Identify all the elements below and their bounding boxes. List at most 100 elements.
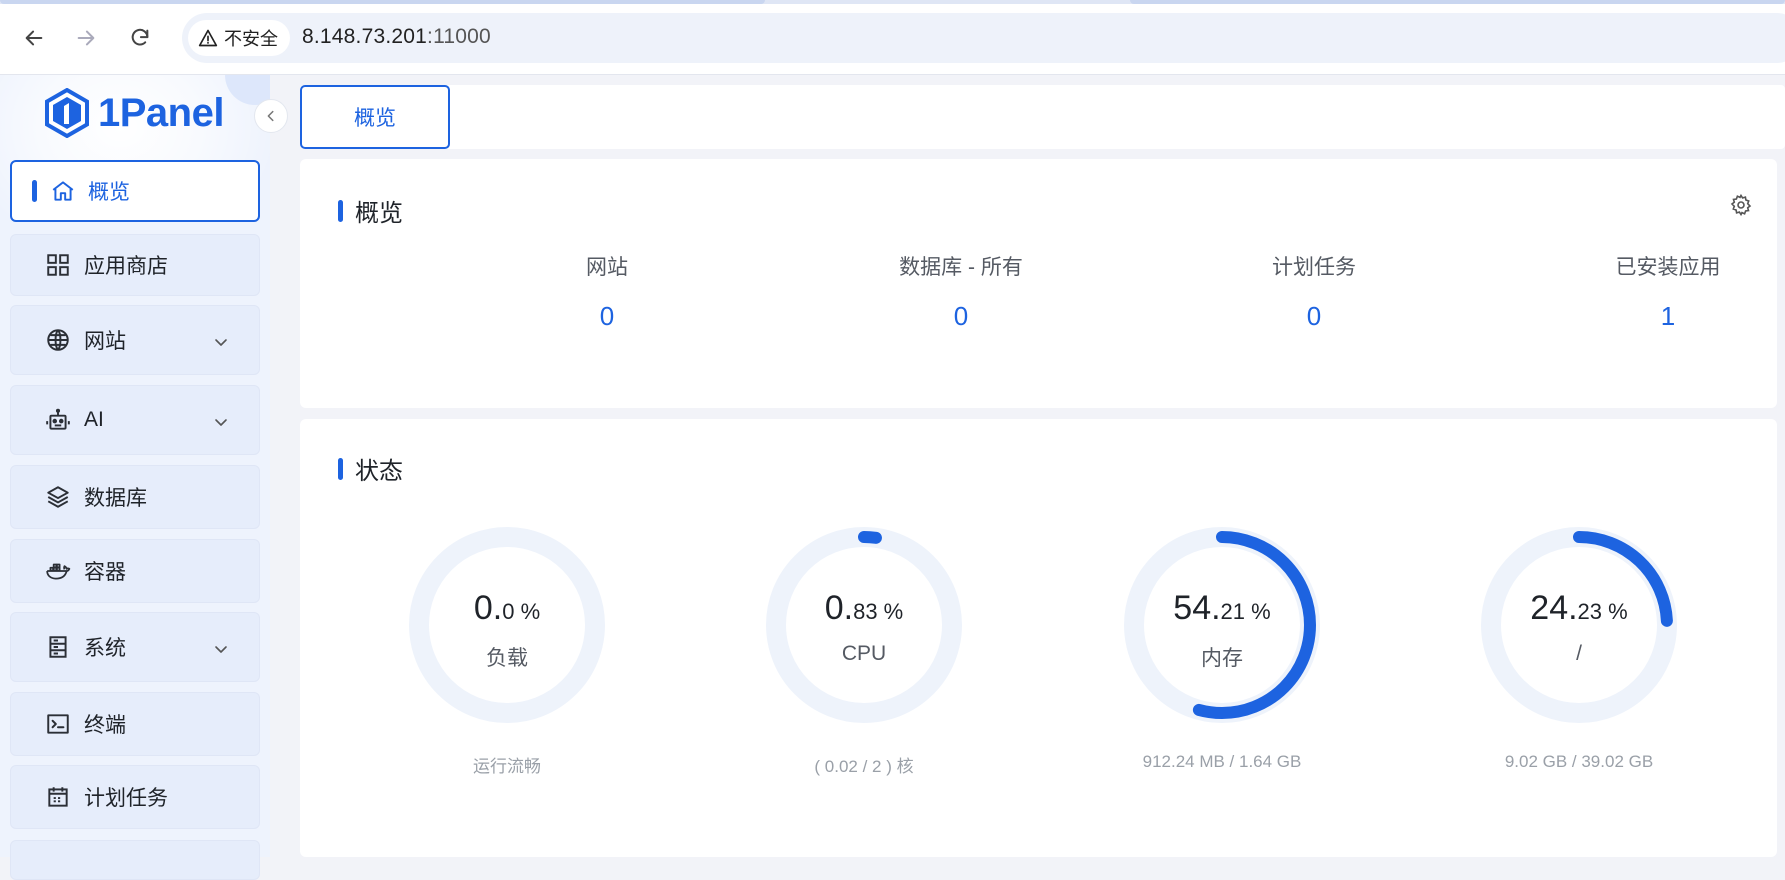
reload-icon	[131, 28, 149, 46]
gauge-subtext: 9.02 GB / 39.02 GB	[1504, 752, 1654, 771]
stat-label: 已安装应用	[1615, 256, 1721, 279]
sidebar-item-container[interactable]: 容器	[10, 539, 260, 603]
overview-card-title: 概览	[338, 193, 403, 228]
gauge-subtext: ( 0.02 / 2 ) 核	[814, 757, 914, 776]
url-text[interactable]: 8.148.73.201:11000	[302, 25, 491, 49]
gauge-cpu[interactable]: 0.83 % CPU ( 0.02 / 2 ) 核	[754, 526, 974, 786]
stat-label: 数据库 - 所有	[899, 256, 1023, 279]
stat-label: 网站	[586, 256, 628, 279]
sidebar-item-label: 应用商店	[84, 255, 168, 278]
security-indicator[interactable]: 不安全	[188, 20, 290, 56]
tab-overview[interactable]: 概览	[300, 85, 450, 149]
stat-value[interactable]: 1	[1538, 301, 1785, 332]
stat-label: 计划任务	[1272, 256, 1356, 279]
stat-value[interactable]: 0	[831, 301, 1091, 332]
gauge-value: 54.21 %	[1112, 589, 1332, 628]
gauge-value-int: 24.	[1530, 589, 1578, 627]
address-bar[interactable]: 不安全 8.148.73.201:11000	[182, 13, 1785, 63]
gauge-subtext: 运行流畅	[473, 757, 541, 776]
stat-database[interactable]: 数据库 - 所有 0	[831, 251, 1091, 332]
arrow-right-icon	[77, 30, 95, 46]
stat-value[interactable]: 0	[1184, 301, 1444, 332]
browser-toolbar: 不安全 8.148.73.201:11000	[0, 0, 1785, 75]
title-accent-bar	[338, 457, 343, 480]
gauge-name: 内存	[1201, 647, 1243, 670]
url-host: 8.148.73.201	[302, 25, 428, 48]
stat-value[interactable]: 0	[477, 301, 737, 332]
gauge-value-int: 54.	[1173, 589, 1221, 627]
arrow-left-icon	[25, 30, 43, 46]
sidebar-item-overview[interactable]: 概览	[10, 160, 260, 222]
home-icon	[50, 178, 76, 204]
sidebar-item-label: 概览	[88, 181, 130, 204]
stat-cronjob[interactable]: 计划任务 0	[1184, 251, 1444, 332]
stat-installed-apps[interactable]: 已安装应用 1	[1538, 251, 1785, 332]
browser-tab-strip	[0, 0, 1785, 4]
chevron-left-icon	[267, 110, 274, 122]
gauge-name: /	[1576, 642, 1582, 665]
sidebar-item-label: 计划任务	[84, 787, 168, 810]
gauge-value-int: 0.	[473, 589, 503, 627]
warning-icon	[198, 29, 218, 47]
gauge-subtext: 912.24 MB / 1.64 GB	[1142, 752, 1302, 771]
forward-button[interactable]	[70, 22, 102, 54]
sidebar-item-label: 容器	[84, 561, 126, 584]
sidebar-item-label: 网站	[84, 330, 126, 353]
gauge-value: 0.0 %	[397, 589, 617, 628]
chevron-down-icon	[213, 639, 229, 655]
sidebar-item-terminal[interactable]: 终端	[10, 692, 260, 756]
status-title-text: 状态	[355, 458, 403, 485]
docker-icon	[45, 558, 71, 584]
sidebar-item-ai[interactable]: AI	[10, 385, 260, 455]
sidebar-item-database[interactable]: 数据库	[10, 465, 260, 529]
title-accent-bar	[338, 199, 343, 222]
status-card: 状态 0.0 % 负载 运行流畅 0.83 % CPU ( 0.02 / 2 )…	[300, 419, 1777, 857]
robot-icon	[45, 407, 71, 433]
gauge-memory[interactable]: 54.21 % 内存 912.24 MB / 1.64 GB	[1112, 526, 1332, 786]
gauge-value: 0.83 %	[754, 589, 974, 628]
stat-website[interactable]: 网站 0	[477, 251, 737, 332]
gauge-name: 负载	[486, 647, 528, 670]
gauge-disk[interactable]: 24.23 % / 9.02 GB / 39.02 GB	[1469, 526, 1689, 786]
gear-icon	[1730, 193, 1752, 217]
status-card-title: 状态	[338, 451, 403, 486]
gauge-value-dec: 83 %	[853, 599, 904, 624]
logo-text: 1Panel	[98, 90, 224, 135]
overview-settings-button[interactable]	[1729, 193, 1753, 217]
chevron-down-icon	[213, 412, 229, 428]
terminal-icon	[45, 711, 71, 737]
overview-card: 概览 网站 0 数据库 - 所有 0 计划任务 0 已安装应用 1	[300, 159, 1777, 408]
sidebar-item-label: 终端	[84, 714, 126, 737]
url-port: :11000	[427, 25, 491, 48]
grid-icon	[45, 252, 71, 278]
sidebar-item-label: 数据库	[84, 487, 147, 510]
globe-icon	[45, 327, 71, 353]
sidebar-item-cronjob[interactable]: 计划任务	[10, 765, 260, 829]
active-indicator	[32, 180, 37, 202]
gauge-value-int: 0.	[824, 589, 854, 627]
sidebar-item-website[interactable]: 网站	[10, 305, 260, 375]
layers-icon	[45, 484, 71, 510]
chevron-down-icon	[213, 332, 229, 348]
gauge-value-dec: 21 %	[1220, 599, 1271, 624]
sidebar-item-system[interactable]: 系统	[10, 612, 260, 682]
gauge-value-dec: 23 %	[1577, 599, 1628, 624]
gauge-load[interactable]: 0.0 % 负载 运行流畅	[397, 526, 617, 786]
page-tab-bar: 概览	[300, 85, 1785, 149]
server-icon	[45, 634, 71, 660]
back-button[interactable]	[18, 22, 50, 54]
collapse-sidebar-button[interactable]	[254, 99, 288, 133]
app-logo[interactable]: 1Panel	[44, 88, 224, 138]
sidebar-item-app-store[interactable]: 应用商店	[10, 234, 260, 296]
calendar-icon	[45, 784, 71, 810]
security-label: 不安全	[224, 29, 278, 49]
sidebar-item-label: 系统	[84, 637, 126, 660]
reload-button[interactable]	[124, 22, 156, 54]
sidebar-item-more[interactable]	[10, 840, 260, 880]
gauge-name: CPU	[841, 642, 887, 665]
sidebar-item-label: AI	[84, 408, 104, 431]
gauge-value-dec: 0 %	[502, 599, 541, 624]
overview-title-text: 概览	[355, 200, 403, 227]
logo-hexagon-icon	[45, 88, 89, 138]
gauge-value: 24.23 %	[1469, 589, 1689, 628]
